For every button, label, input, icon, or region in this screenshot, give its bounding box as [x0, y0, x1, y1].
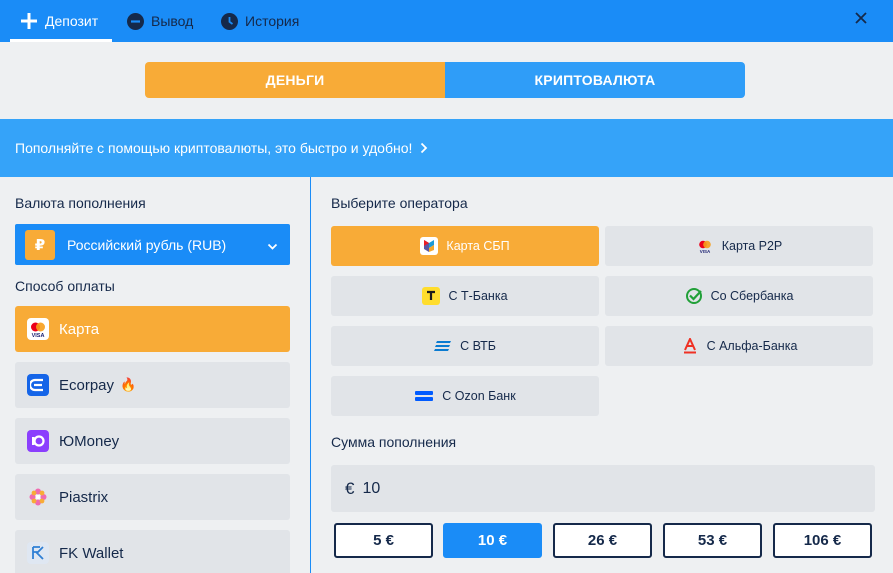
- column-divider: [310, 177, 311, 573]
- method-fkwallet[interactable]: FK Wallet: [15, 530, 290, 573]
- tab-withdraw-label: Вывод: [151, 13, 194, 29]
- tab-withdraw[interactable]: Вывод: [127, 0, 193, 42]
- method-card[interactable]: VISA Карта: [15, 306, 290, 352]
- mode-money-button[interactable]: ДЕНЬГИ: [145, 62, 445, 98]
- preset-106-button[interactable]: 106 €: [773, 523, 872, 558]
- alfabank-icon: [681, 337, 699, 355]
- operator-tbank[interactable]: С Т-Банка: [331, 276, 599, 316]
- method-yoomoney[interactable]: ЮMoney: [15, 418, 290, 464]
- currency-label: Валюта пополнения: [15, 195, 146, 211]
- amount-input[interactable]: [362, 479, 663, 498]
- operator-alfabank-label: С Альфа-Банка: [706, 339, 798, 353]
- banner-text: Пополняйте с помощью криптовалюты, это б…: [15, 140, 413, 156]
- operator-sberbank[interactable]: Со Сбербанка: [605, 276, 873, 316]
- mode-switch: ДЕНЬГИ КРИПТОВАЛЮТА: [145, 62, 745, 98]
- euro-symbol: €: [345, 478, 355, 498]
- yoomoney-icon: [27, 430, 49, 452]
- operator-sbp[interactable]: Карта СБП: [331, 226, 599, 266]
- method-ecorpay-label: Ecorpay: [59, 376, 115, 394]
- operator-ozonbank[interactable]: С Ozon Банк: [331, 376, 599, 416]
- amount-input-wrapper: €: [331, 465, 875, 512]
- operator-vtb-label: С ВТБ: [460, 339, 496, 353]
- amount-label: Сумма пополнения: [331, 434, 457, 450]
- vtb-icon: [434, 337, 452, 355]
- fkwallet-icon: [27, 542, 49, 564]
- tbank-icon: [422, 287, 441, 305]
- top-tab-bar: Депозит Вывод История: [0, 0, 893, 42]
- card-icon: VISA: [27, 318, 49, 340]
- operator-vtb[interactable]: С ВТБ: [331, 326, 599, 366]
- chevron-right-icon: [420, 142, 428, 154]
- tab-deposit[interactable]: Депозит: [10, 0, 112, 42]
- method-ecorpay[interactable]: Ecorpay 🔥: [15, 362, 290, 408]
- svg-text:VISA: VISA: [699, 249, 710, 254]
- tab-history[interactable]: История: [221, 0, 299, 42]
- close-icon: [855, 12, 867, 24]
- method-card-label: Карта: [59, 320, 100, 338]
- operator-label: Выберите оператора: [331, 195, 468, 211]
- card-icon: VISA: [696, 237, 714, 255]
- preset-10-button[interactable]: 10 €: [443, 523, 542, 558]
- ruble-icon: ₽: [25, 229, 55, 260]
- close-button[interactable]: [851, 8, 871, 28]
- operator-p2p-label: Карта P2P: [721, 239, 783, 253]
- chevron-down-icon: [267, 238, 278, 254]
- method-fkwallet-label: FK Wallet: [59, 544, 124, 562]
- tab-deposit-label: Депозит: [45, 13, 99, 29]
- minus-circle-icon: [127, 12, 144, 30]
- operator-p2p[interactable]: VISA Карта P2P: [605, 226, 873, 266]
- method-piastrix[interactable]: Piastrix: [15, 474, 290, 520]
- currency-select[interactable]: ₽ Российский рубль (RUB): [15, 224, 290, 265]
- crypto-promo-banner[interactable]: Пополняйте с помощью криптовалюты, это б…: [0, 119, 893, 177]
- svg-text:VISA: VISA: [32, 333, 45, 339]
- sberbank-icon: [685, 287, 703, 305]
- preset-53-button[interactable]: 53 €: [663, 523, 762, 558]
- method-piastrix-label: Piastrix: [59, 488, 109, 506]
- payment-method-label: Способ оплаты: [15, 278, 115, 294]
- fire-icon: 🔥: [120, 377, 137, 392]
- method-yoomoney-label: ЮMoney: [59, 432, 120, 450]
- plus-icon: [20, 12, 38, 30]
- piastrix-icon: [27, 486, 49, 508]
- operator-ozonbank-label: С Ozon Банк: [442, 389, 516, 403]
- preset-5-button[interactable]: 5 €: [334, 523, 433, 558]
- currency-value: Российский рубль (RUB): [67, 236, 227, 253]
- mode-crypto-button[interactable]: КРИПТОВАЛЮТА: [445, 62, 745, 98]
- tab-history-label: История: [245, 13, 300, 29]
- clock-icon: [221, 12, 238, 30]
- sbp-icon: [420, 237, 439, 255]
- ozonbank-icon: [414, 387, 434, 405]
- ecorpay-icon: [27, 374, 49, 396]
- operator-sberbank-label: Со Сбербанка: [710, 289, 794, 303]
- preset-26-button[interactable]: 26 €: [553, 523, 652, 558]
- operator-sbp-label: Карта СБП: [446, 239, 510, 253]
- operator-tbank-label: С Т-Банка: [448, 289, 508, 303]
- operator-alfabank[interactable]: С Альфа-Банка: [605, 326, 873, 366]
